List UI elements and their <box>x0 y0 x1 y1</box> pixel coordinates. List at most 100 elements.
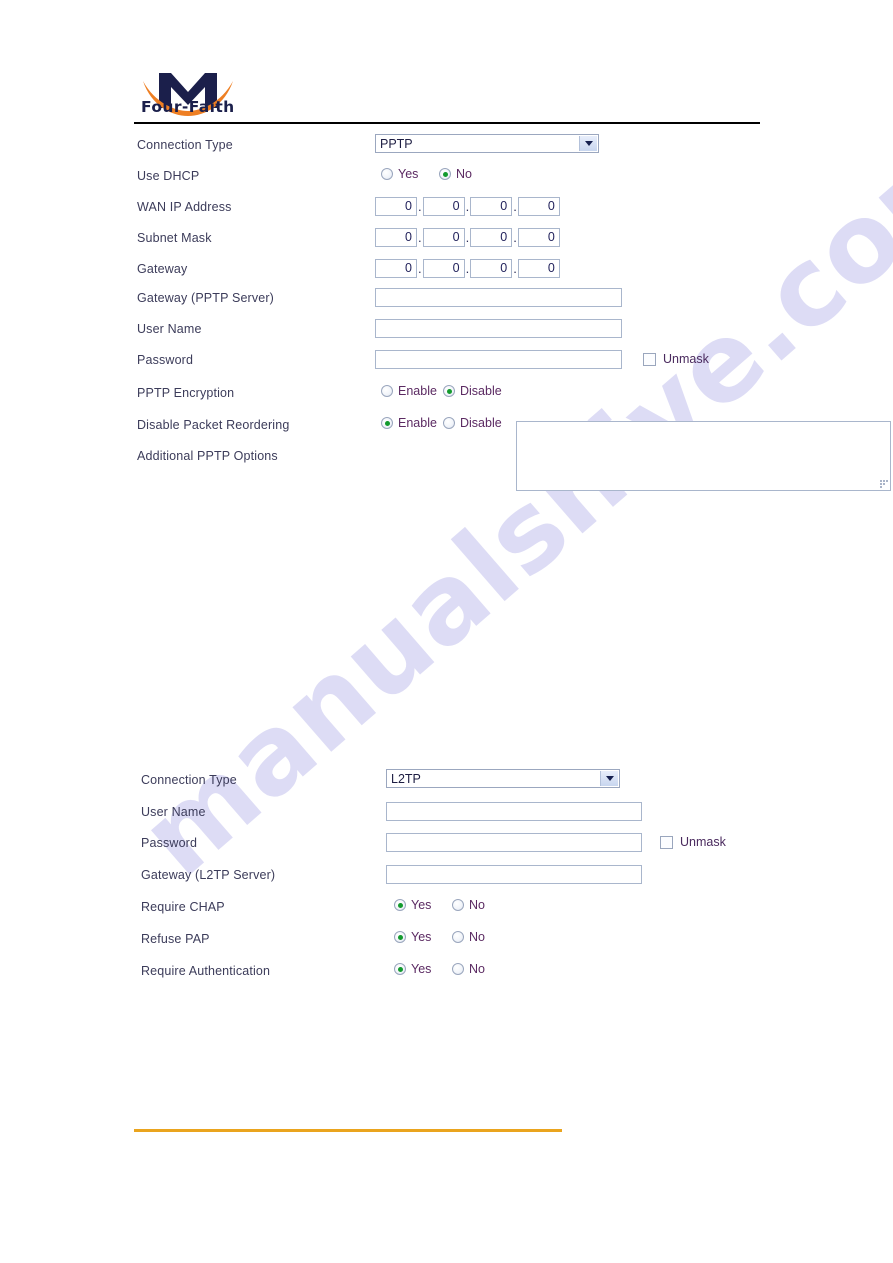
radio-label: No <box>456 167 472 181</box>
form-row: Gateway (PPTP Server) <box>137 288 837 308</box>
text-wrap <box>375 319 622 338</box>
form-row: Password Unmask <box>141 833 841 853</box>
radio-unselected-icon[interactable] <box>452 963 464 975</box>
user-name-input[interactable] <box>386 802 642 821</box>
radio-label: Disable <box>460 384 502 398</box>
refuse-pap-radio-yes[interactable]: Yes <box>394 930 431 944</box>
disable-packet-reordering-radio-disable[interactable]: Disable <box>443 416 502 430</box>
radio-selected-icon[interactable] <box>443 385 455 397</box>
octet-field[interactable]: 0 <box>375 197 417 216</box>
additional-pptp-options-textarea[interactable] <box>515 421 891 491</box>
form-row: User Name <box>137 319 837 339</box>
radio-label: No <box>469 898 485 912</box>
radio-label: Yes <box>411 962 432 976</box>
resize-handle[interactable] <box>879 479 888 488</box>
form-row: User Name <box>141 802 841 822</box>
radio-label: Yes <box>411 898 432 912</box>
refuse-pap-radio-no[interactable]: No <box>452 930 485 944</box>
pptp-encryption-radio-disable[interactable]: Disable <box>443 384 502 398</box>
use-dhcp-radio-no[interactable]: No <box>439 167 472 181</box>
gateway-l2tp-server-input[interactable] <box>386 865 642 884</box>
radio-label: Disable <box>460 416 502 430</box>
octet-field[interactable]: 0 <box>517 228 560 247</box>
radio-unselected-icon[interactable] <box>452 899 464 911</box>
radio-selected-icon[interactable] <box>394 931 406 943</box>
octet-field[interactable]: 0 <box>517 259 560 278</box>
form-row: Require Authentication Yes No <box>141 961 841 981</box>
require-authentication-radio-no[interactable]: No <box>452 962 485 976</box>
radio-unselected-icon[interactable] <box>443 417 455 429</box>
user-name-label: User Name <box>137 322 202 336</box>
form-row: Use DHCP Yes No <box>137 166 837 186</box>
pptp-encryption-label: PPTP Encryption <box>137 386 235 400</box>
password-unmask-checkbox[interactable]: Unmask <box>660 835 726 849</box>
password-input[interactable] <box>375 350 622 369</box>
checkbox-label: Unmask <box>663 352 709 366</box>
watermark-overlay: manualshive.com <box>0 0 893 1263</box>
chevron-glyph <box>584 141 593 146</box>
password-unmask-checkbox[interactable]: Unmask <box>643 352 709 366</box>
connection-type-label: Connection Type <box>141 773 237 787</box>
form-row: Subnet Mask 0. 0. 0. 0 <box>137 228 837 248</box>
user-name-label: User Name <box>141 805 206 819</box>
octet-field[interactable]: 0 <box>517 197 560 216</box>
radio-label: Yes <box>398 167 419 181</box>
radio-selected-icon[interactable] <box>394 963 406 975</box>
wan-ip-address-label: WAN IP Address <box>137 200 232 214</box>
radio-unselected-icon[interactable] <box>381 168 393 180</box>
text-wrap <box>386 865 642 884</box>
octets-wrap: 0.0.0.0 <box>375 197 560 216</box>
disable-packet-reordering-radio-enable[interactable]: Enable <box>381 416 437 430</box>
radio-label: Yes <box>411 930 432 944</box>
radio-selected-icon[interactable] <box>394 899 406 911</box>
text-wrap <box>386 802 642 821</box>
gateway-label: Gateway <box>137 262 188 276</box>
octet-field[interactable]: 0 <box>375 228 417 247</box>
password-label: Password <box>137 353 194 367</box>
brand-wordmark: Four-Faith <box>141 98 235 116</box>
octet-field[interactable]: 0 <box>470 259 513 278</box>
chevron-glyph <box>605 776 614 781</box>
octet-field[interactable]: 0 <box>470 228 513 247</box>
require-authentication-radio-yes[interactable]: Yes <box>394 962 431 976</box>
subnet-mask-octets: 0.0.0.0 <box>375 228 560 247</box>
document-page: manualshive.com Four-Faith Connection Ty… <box>0 0 893 1263</box>
radio-unselected-icon[interactable] <box>381 385 393 397</box>
password-input[interactable] <box>386 833 642 852</box>
radio-selected-icon[interactable] <box>439 168 451 180</box>
subnet-mask-label: Subnet Mask <box>137 231 212 245</box>
connection-type-select[interactable]: L2TP <box>386 769 620 788</box>
pptp-encryption-radio-enable[interactable]: Enable <box>381 384 437 398</box>
checkbox-icon[interactable] <box>660 835 673 849</box>
octet-field[interactable]: 0 <box>375 259 417 278</box>
gateway-pptp-server-input[interactable] <box>375 288 622 307</box>
form-row: Connection Type PPTP <box>137 134 837 155</box>
radio-label: Enable <box>398 416 437 430</box>
checkbox-icon[interactable] <box>643 352 656 366</box>
octet-field[interactable]: 0 <box>422 259 465 278</box>
form-row: Gateway (L2TP Server) <box>141 865 841 885</box>
user-name-input[interactable] <box>375 319 622 338</box>
checkbox-label: Unmask <box>680 835 726 849</box>
select-value: L2TP <box>391 771 421 786</box>
chevron-down-icon[interactable] <box>600 771 618 786</box>
use-dhcp-radio-yes[interactable]: Yes <box>381 167 418 181</box>
form-row: Additional PPTP Options <box>137 421 891 491</box>
gateway-l2tp-server-label: Gateway (L2TP Server) <box>141 868 276 882</box>
select-value: PPTP <box>380 136 413 151</box>
octet-field[interactable]: 0 <box>422 197 465 216</box>
require-chap-radio-yes[interactable]: Yes <box>394 898 431 912</box>
radio-selected-icon[interactable] <box>381 417 393 429</box>
octet-field[interactable]: 0 <box>422 228 465 247</box>
octet-field[interactable]: 0 <box>470 197 513 216</box>
radio-unselected-icon[interactable] <box>452 931 464 943</box>
wan-ip-address-octets: 0.0.0.0 <box>375 197 560 216</box>
radio-label: No <box>469 930 485 944</box>
radio-label: Enable <box>398 384 437 398</box>
form-row: Connection Type L2TP <box>141 769 841 790</box>
chevron-down-icon[interactable] <box>579 136 597 151</box>
form-row: Gateway 0. 0. 0. 0 <box>137 259 837 279</box>
require-chap-radio-no[interactable]: No <box>452 898 485 912</box>
use-dhcp-label: Use DHCP <box>137 169 200 183</box>
connection-type-select[interactable]: PPTP <box>375 134 599 153</box>
